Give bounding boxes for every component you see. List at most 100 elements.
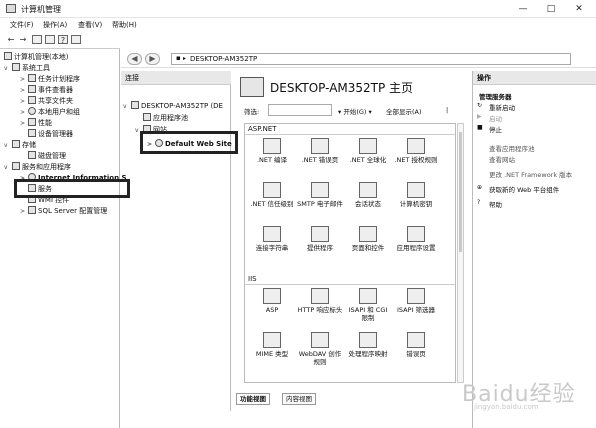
tree-node-event-viewer[interactable]: > 事件查看器 bbox=[20, 85, 73, 96]
get-web-platform-link[interactable]: 获取新的 Web 平台组件 bbox=[489, 184, 559, 194]
restart-icon: ↻ bbox=[477, 102, 483, 109]
console-tree-icon[interactable] bbox=[32, 35, 42, 44]
feature-app-settings[interactable]: 应用程序设置 bbox=[393, 226, 439, 252]
tree-node-system-tools[interactable]: v 系统工具 bbox=[4, 63, 50, 74]
show-hide-icon[interactable] bbox=[71, 35, 81, 44]
feature-connection-strings[interactable]: 连接字符串 bbox=[249, 226, 295, 252]
home-panel: DESKTOP-AM352TP 主页 筛选: ▾ 开始(G) ▾ 全部显示(A)… bbox=[234, 71, 470, 411]
feature-asp[interactable]: ASP bbox=[249, 288, 295, 314]
connections-header: 连接 bbox=[121, 71, 231, 85]
expand-toggle[interactable]: v bbox=[4, 64, 12, 74]
tree-node-device-manager[interactable]: 设备管理器 bbox=[20, 129, 73, 139]
menu-view[interactable]: 查看(V) bbox=[78, 20, 102, 30]
feature-http-response-headers[interactable]: HTTP 响应标头 bbox=[297, 288, 343, 314]
connections-panel: 连接 v DESKTOP-AM352TP (DE 应用程序池 v 网站 > Defau… bbox=[121, 71, 232, 411]
tab-content-view[interactable]: 内容视图 bbox=[282, 393, 316, 405]
webdav-icon bbox=[311, 332, 329, 348]
tree-node-performance[interactable]: > 性能 bbox=[20, 118, 52, 129]
nav-forward-icon[interactable]: ▶ bbox=[145, 53, 160, 65]
feature-providers[interactable]: 提供程序 bbox=[297, 226, 343, 252]
menu-file[interactable]: 文件(F) bbox=[10, 20, 34, 30]
http-response-headers-icon bbox=[311, 288, 329, 304]
filter-bar: 筛选: ▾ 开始(G) ▾ 全部显示(A) | bbox=[244, 104, 464, 117]
event-viewer-icon bbox=[28, 85, 36, 93]
feature-isapi-cgi[interactable]: ISAPI 和 CGI 限制 bbox=[345, 288, 391, 322]
minimize-button[interactable]: — bbox=[512, 2, 534, 16]
app-settings-icon bbox=[407, 226, 425, 242]
maximize-button[interactable]: □ bbox=[540, 2, 562, 16]
net-globalization-icon bbox=[359, 138, 377, 154]
feature-net-compilation[interactable]: .NET 编译 bbox=[249, 138, 295, 164]
address-bar: ◀ ▶ ▪ ▸ DESKTOP-AM352TP bbox=[121, 50, 596, 68]
feature-net-trust-levels[interactable]: .NET 信任级别 bbox=[249, 182, 295, 208]
web-platform-icon: ⊕ bbox=[477, 184, 483, 191]
feature-session-state[interactable]: 会话状态 bbox=[345, 182, 391, 208]
handler-mappings-icon bbox=[359, 332, 377, 348]
view-sites-link[interactable]: 查看网站 bbox=[489, 154, 515, 164]
feature-pages-controls[interactable]: 页面和控件 bbox=[345, 226, 391, 252]
feature-net-authorization[interactable]: .NET 授权规则 bbox=[393, 138, 439, 164]
scroll-thumb[interactable] bbox=[459, 132, 462, 252]
menu-bar: 文件(F) 操作(A) 查看(V) 帮助(H) bbox=[0, 18, 596, 32]
tree-node-root[interactable]: 计算机管理(本地) bbox=[4, 52, 68, 62]
menu-action[interactable]: 操作(A) bbox=[43, 20, 67, 30]
tree-node-sql-config[interactable]: > SQL Server 配置管理 bbox=[20, 206, 107, 217]
feature-webdav[interactable]: WebDAV 创作规则 bbox=[297, 332, 343, 366]
default-site-highlight-box bbox=[140, 131, 238, 154]
feature-mime-types[interactable]: MIME 类型 bbox=[249, 332, 295, 358]
show-all-button[interactable]: 全部显示(A) bbox=[386, 106, 422, 116]
vertical-scrollbar[interactable] bbox=[457, 123, 464, 383]
menu-help[interactable]: 帮助(H) bbox=[112, 20, 137, 30]
feature-net-globalization[interactable]: .NET 全球化 bbox=[345, 138, 391, 164]
tree-node-services-apps[interactable]: v 服务和应用程序 bbox=[4, 162, 71, 173]
feature-isapi-filters[interactable]: ISAPI 筛选器 bbox=[393, 288, 439, 314]
nav-back-icon[interactable]: ◀ bbox=[127, 53, 142, 65]
help-icon[interactable]: ? bbox=[58, 35, 68, 45]
start-action: 启动 bbox=[489, 115, 502, 123]
conn-node-server[interactable]: v DESKTOP-AM352TP (DE bbox=[123, 101, 223, 112]
isapi-filters-icon bbox=[407, 288, 425, 304]
smtp-email-icon bbox=[311, 182, 329, 198]
tree-node-local-users[interactable]: > 本地用户和组 bbox=[20, 107, 80, 118]
disk-icon bbox=[28, 151, 36, 159]
tree-node-disk-management[interactable]: 磁盘管理 bbox=[20, 151, 66, 161]
feature-net-error-pages[interactable]: .NET 错误页 bbox=[297, 138, 343, 164]
close-button[interactable]: ✕ bbox=[568, 2, 590, 16]
help-link[interactable]: 帮助 bbox=[489, 199, 502, 209]
mime-types-icon bbox=[263, 332, 281, 348]
address-field[interactable]: ▪ ▸ DESKTOP-AM352TP bbox=[171, 53, 571, 65]
app-pool-icon bbox=[143, 113, 151, 121]
toolbar: ← → ? bbox=[0, 32, 120, 48]
feature-machine-key[interactable]: 计算机密钥 bbox=[393, 182, 439, 208]
forward-arrow-icon[interactable]: → bbox=[18, 35, 28, 44]
back-arrow-icon[interactable]: ← bbox=[6, 35, 16, 44]
feature-handler-mappings[interactable]: 处理程序映射 bbox=[345, 332, 391, 358]
features-area: ASP.NET .NET 编译 .NET 错误页 .NET 全球化 .NET 授… bbox=[244, 123, 456, 383]
net-trust-levels-icon bbox=[263, 182, 281, 198]
start-button[interactable]: ▾ 开始(G) ▾ bbox=[338, 106, 372, 116]
filter-input[interactable] bbox=[268, 104, 332, 116]
server-icon: ▪ bbox=[176, 54, 181, 62]
tools-icon bbox=[12, 63, 20, 71]
tree-node-storage[interactable]: v 存储 bbox=[4, 140, 36, 151]
tree-node-task-scheduler[interactable]: > 任务计划程序 bbox=[20, 74, 80, 85]
baidu-watermark-url: jingyan.baidu.com bbox=[474, 403, 539, 411]
session-state-icon bbox=[359, 182, 377, 198]
stop-action[interactable]: 停止 bbox=[489, 124, 502, 134]
restart-action[interactable]: 重新启动 bbox=[489, 102, 515, 112]
properties-icon[interactable] bbox=[45, 35, 55, 44]
tab-features-view[interactable]: 功能视图 bbox=[236, 393, 270, 405]
conn-node-app-pools[interactable]: 应用程序池 bbox=[135, 113, 188, 123]
change-net-version-link[interactable]: 更改 .NET Framework 版本 bbox=[489, 169, 572, 179]
computer-management-icon bbox=[6, 4, 16, 13]
services-apps-icon bbox=[12, 162, 20, 170]
error-pages-icon bbox=[407, 332, 425, 348]
manage-server-heading: 管理服务器 bbox=[479, 93, 512, 101]
asp-icon bbox=[263, 288, 281, 304]
connection-strings-icon bbox=[263, 226, 281, 242]
net-authorization-icon bbox=[407, 138, 425, 154]
tree-node-shared-folders[interactable]: > 共享文件夹 bbox=[20, 96, 73, 107]
feature-error-pages[interactable]: 错误页 bbox=[393, 332, 439, 358]
view-app-pools-link[interactable]: 查看应用程序池 bbox=[489, 143, 535, 153]
feature-smtp-email[interactable]: SMTP 电子邮件 bbox=[297, 182, 343, 208]
